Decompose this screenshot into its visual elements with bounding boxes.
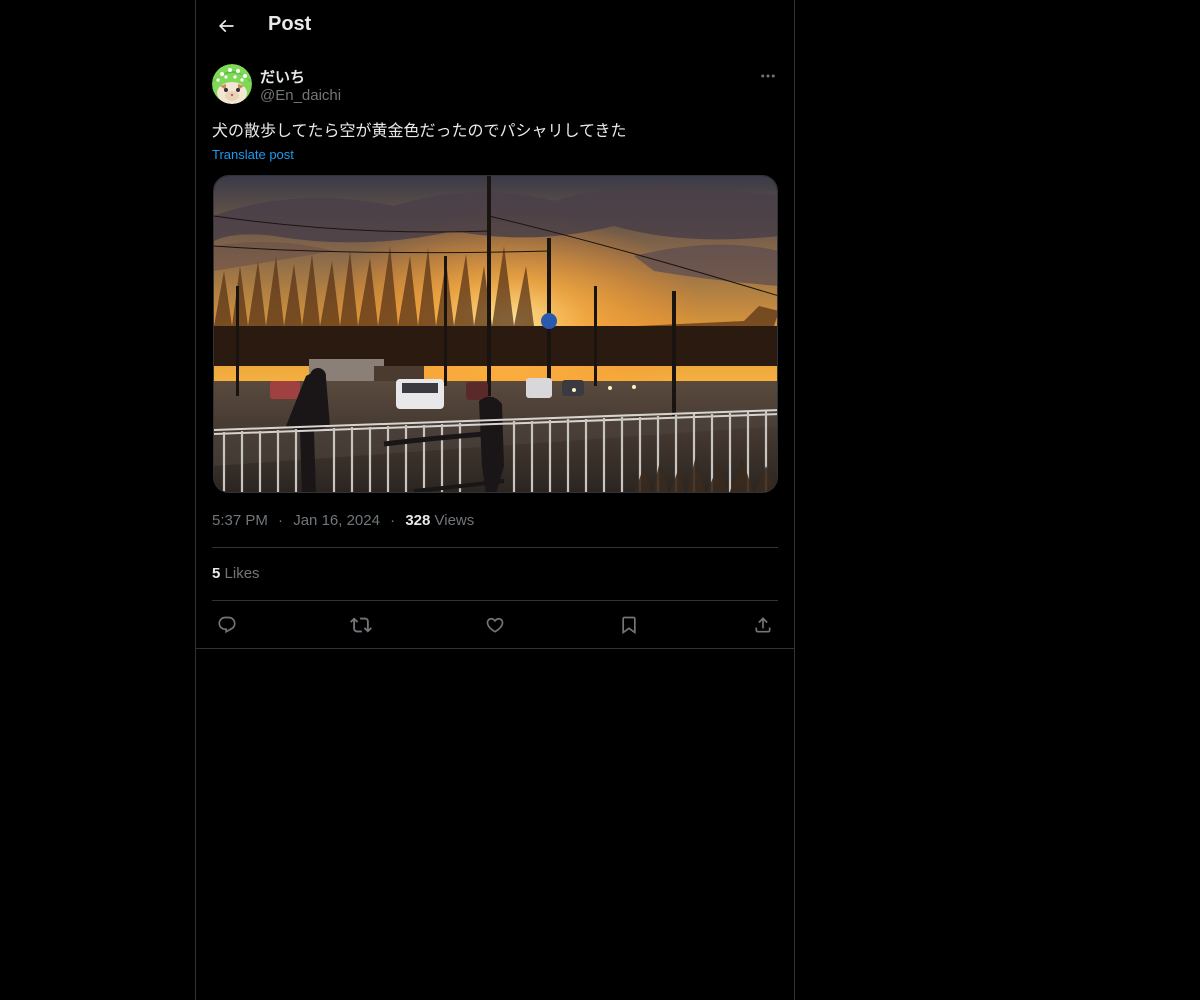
author-handle[interactable]: @En_daichi <box>260 87 341 104</box>
likes-count: 5 <box>212 565 221 582</box>
post-meta: 5:37 PM · Jan 16, 2024 · 328 Views <box>212 512 474 529</box>
meta-separator: · <box>278 512 284 529</box>
like-button[interactable] <box>480 610 510 640</box>
post-date[interactable]: Jan 16, 2024 <box>293 512 380 529</box>
reply-button[interactable] <box>212 610 242 640</box>
more-horizontal-icon <box>759 67 777 85</box>
post-header: Post <box>196 0 794 54</box>
views-count: 328 <box>405 512 431 529</box>
share-icon <box>753 615 773 635</box>
post-photo[interactable] <box>213 175 778 493</box>
repost-icon <box>350 614 372 636</box>
divider <box>212 547 778 548</box>
heart-icon <box>485 615 505 635</box>
share-button[interactable] <box>748 610 778 640</box>
views-label: Views <box>434 512 475 529</box>
post-time[interactable]: 5:37 PM <box>212 512 268 529</box>
bookmark-icon <box>619 615 639 635</box>
meta-separator: · <box>390 512 396 529</box>
divider <box>212 600 778 601</box>
translate-post-link[interactable]: Translate post <box>212 147 294 162</box>
author-name[interactable]: だいち <box>260 66 305 87</box>
likes-summary[interactable]: 5 Likes <box>212 565 260 582</box>
page-title: Post <box>268 13 312 35</box>
more-options-button[interactable] <box>754 62 782 90</box>
reply-icon <box>217 615 237 635</box>
post-text: 犬の散歩してたら空が黄金色だったのでパシャリしてきた <box>212 121 627 140</box>
back-button[interactable] <box>208 8 244 44</box>
avatar[interactable] <box>212 64 252 104</box>
action-bar <box>212 610 778 640</box>
post-detail-column: Post だいち @En_daichi 犬の散歩してたら空が黄金色だったのでパシ… <box>195 0 795 1000</box>
arrow-left-icon <box>216 16 236 36</box>
likes-label: Likes <box>224 565 260 582</box>
bookmark-button[interactable] <box>614 610 644 640</box>
repost-button[interactable] <box>346 610 376 640</box>
divider <box>196 648 794 649</box>
